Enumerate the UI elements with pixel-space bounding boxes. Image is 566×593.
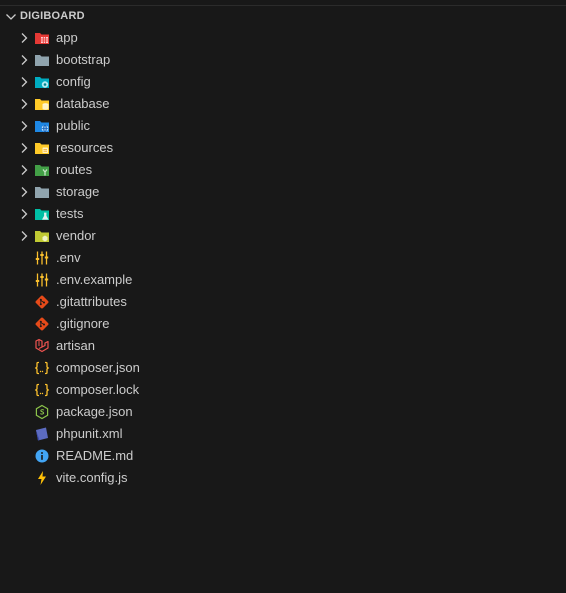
folder-vendor[interactable]: vendor bbox=[0, 225, 566, 247]
folder-app-icon bbox=[34, 30, 50, 46]
chevron-right-icon[interactable] bbox=[17, 207, 31, 221]
file-phpunit-xml[interactable]: phpunit.xml bbox=[0, 423, 566, 445]
folder-label: resources bbox=[56, 140, 114, 155]
laravel-icon bbox=[34, 338, 50, 354]
folder-config-icon bbox=[34, 74, 50, 90]
env-settings-icon bbox=[34, 250, 50, 266]
file-label: .gitignore bbox=[56, 316, 110, 331]
folder-icon bbox=[34, 52, 50, 68]
json-braces-icon bbox=[34, 382, 50, 398]
folder-routes-icon bbox=[34, 162, 50, 178]
json-braces-icon bbox=[34, 360, 50, 376]
folder-label: routes bbox=[56, 162, 93, 177]
folder-resources[interactable]: resources bbox=[0, 137, 566, 159]
chevron-right-icon[interactable] bbox=[17, 75, 31, 89]
folder-routes[interactable]: routes bbox=[0, 159, 566, 181]
folder-storage[interactable]: storage bbox=[0, 181, 566, 203]
folder-vendor-icon bbox=[34, 228, 50, 244]
file-label: artisan bbox=[56, 338, 96, 353]
file-label: composer.lock bbox=[56, 382, 140, 397]
nodejs-icon bbox=[34, 404, 50, 420]
file-label: README.md bbox=[56, 448, 134, 463]
file-label: .gitattributes bbox=[56, 294, 127, 309]
folder-icon bbox=[34, 184, 50, 200]
file-composer-lock[interactable]: composer.lock bbox=[0, 379, 566, 401]
folder-label: tests bbox=[56, 206, 84, 221]
file-vite-config[interactable]: vite.config.js bbox=[0, 467, 566, 489]
folder-label: database bbox=[56, 96, 110, 111]
chevron-right-icon[interactable] bbox=[17, 163, 31, 177]
chevron-right-icon[interactable] bbox=[17, 185, 31, 199]
chevron-right-icon[interactable] bbox=[17, 141, 31, 155]
explorer-root-folder[interactable]: DIGIBOARD bbox=[0, 9, 566, 26]
file-env-example[interactable]: .env.example bbox=[0, 269, 566, 291]
chevron-right-icon[interactable] bbox=[17, 97, 31, 111]
file-label: composer.json bbox=[56, 360, 140, 375]
folder-label: config bbox=[56, 74, 91, 89]
folder-label: storage bbox=[56, 184, 100, 199]
vite-bolt-icon bbox=[34, 470, 50, 486]
file-label: phpunit.xml bbox=[56, 426, 123, 441]
git-icon bbox=[34, 316, 50, 332]
folder-app[interactable]: app bbox=[0, 27, 566, 49]
file-gitignore[interactable]: .gitignore bbox=[0, 313, 566, 335]
file-explorer: DIGIBOARD app bootstrap config database … bbox=[0, 6, 566, 593]
file-label: package.json bbox=[56, 404, 133, 419]
file-label: .env bbox=[56, 250, 81, 265]
file-readme[interactable]: README.md bbox=[0, 445, 566, 467]
folder-label: public bbox=[56, 118, 90, 133]
file-package-json[interactable]: package.json bbox=[0, 401, 566, 423]
file-composer-json[interactable]: composer.json bbox=[0, 357, 566, 379]
folder-label: bootstrap bbox=[56, 52, 111, 67]
folder-database[interactable]: database bbox=[0, 93, 566, 115]
folder-label: vendor bbox=[56, 228, 96, 243]
folder-database-icon bbox=[34, 96, 50, 112]
folder-public[interactable]: public bbox=[0, 115, 566, 137]
folder-public-icon bbox=[34, 118, 50, 134]
root-folder-title: DIGIBOARD bbox=[20, 10, 85, 22]
folder-config[interactable]: config bbox=[0, 71, 566, 93]
phpunit-icon bbox=[34, 426, 50, 442]
chevron-right-icon[interactable] bbox=[17, 53, 31, 67]
file-artisan[interactable]: artisan bbox=[0, 335, 566, 357]
chevron-right-icon[interactable] bbox=[17, 229, 31, 243]
file-env[interactable]: .env bbox=[0, 247, 566, 269]
chevron-right-icon[interactable] bbox=[17, 31, 31, 45]
info-icon bbox=[34, 448, 50, 464]
chevron-down-icon[interactable] bbox=[4, 10, 18, 24]
file-label: .env.example bbox=[56, 272, 133, 287]
file-gitattributes[interactable]: .gitattributes bbox=[0, 291, 566, 313]
folder-tests[interactable]: tests bbox=[0, 203, 566, 225]
folder-tests-icon bbox=[34, 206, 50, 222]
folder-label: app bbox=[56, 30, 78, 45]
env-settings-icon bbox=[34, 272, 50, 288]
folder-bootstrap[interactable]: bootstrap bbox=[0, 49, 566, 71]
chevron-right-icon[interactable] bbox=[17, 119, 31, 133]
file-label: vite.config.js bbox=[56, 470, 128, 485]
folder-resources-icon bbox=[34, 140, 50, 156]
file-tree: app bootstrap config database public res… bbox=[0, 27, 566, 489]
git-icon bbox=[34, 294, 50, 310]
